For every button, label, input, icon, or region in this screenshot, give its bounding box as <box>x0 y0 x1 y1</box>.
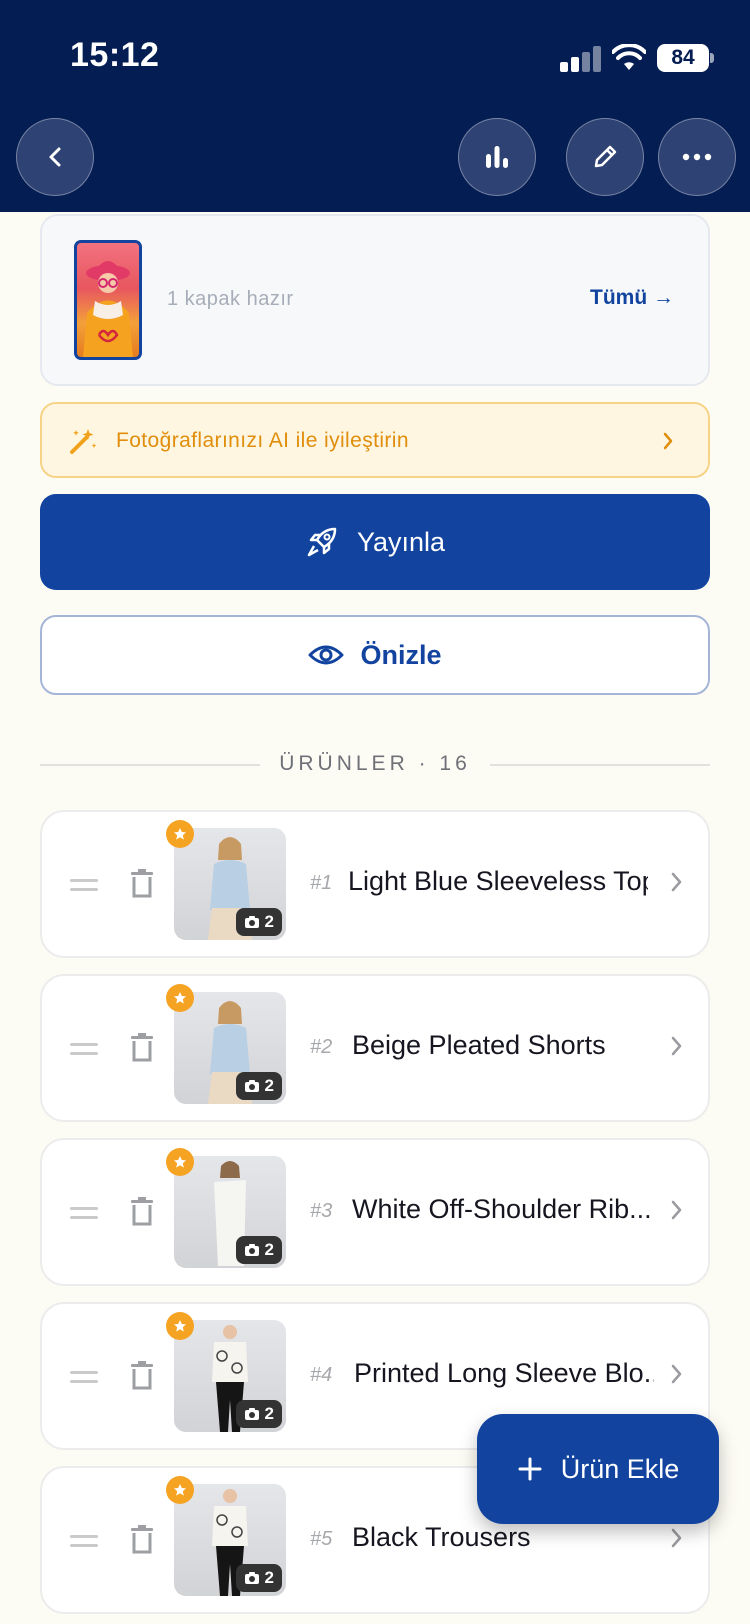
product-row-3[interactable]: 2 #3 White Off-Shoulder Rib... <box>40 1138 710 1286</box>
trash-icon[interactable] <box>130 868 154 898</box>
chevron-right-icon <box>671 1036 682 1056</box>
magic-wand-icon <box>70 429 97 454</box>
drag-handle-icon[interactable] <box>70 1535 98 1553</box>
battery-tip <box>710 53 714 63</box>
add-product-label: Ürün Ekle <box>560 1453 680 1484</box>
photo-count-badge: 2 <box>235 908 282 936</box>
wifi-icon <box>612 44 646 70</box>
pencil-icon <box>594 145 617 168</box>
star-badge-icon <box>166 820 194 848</box>
preview-button[interactable]: Önizle <box>40 615 710 695</box>
photo-count-badge: 2 <box>235 1564 282 1592</box>
product-image: 2 <box>174 1320 286 1432</box>
chevron-right-icon <box>671 1364 682 1384</box>
publish-label: Yayınla <box>356 526 446 557</box>
stats-button[interactable] <box>458 118 536 196</box>
product-image: 2 <box>174 1156 286 1268</box>
chevron-right-icon <box>671 1200 682 1220</box>
ai-enhance-banner[interactable]: Fotoğraflarınızı AI ile iyileştirin <box>40 402 710 478</box>
photo-count-badge: 2 <box>235 1236 282 1264</box>
star-badge-icon <box>166 1148 194 1176</box>
product-name: Black Trousers <box>352 1522 531 1552</box>
chevron-right-icon <box>671 872 682 892</box>
signal-icon <box>560 46 604 72</box>
bar-chart-icon <box>486 146 508 168</box>
drag-handle-icon[interactable] <box>70 879 98 897</box>
trash-icon[interactable] <box>130 1524 154 1554</box>
cover-status-text: 1 kapak hazır <box>167 288 294 310</box>
status-time: 15:12 <box>70 36 160 74</box>
product-number: #1 <box>310 872 333 894</box>
drag-handle-icon[interactable] <box>70 1043 98 1061</box>
product-number: #2 <box>310 1036 333 1058</box>
add-product-button[interactable]: Ürün Ekle <box>477 1414 719 1524</box>
product-name: Light Blue Sleeveless Top <box>348 866 648 896</box>
back-button[interactable] <box>16 118 94 196</box>
view-all-link[interactable]: Tümü → <box>590 286 674 310</box>
drag-handle-icon[interactable] <box>70 1207 98 1225</box>
star-badge-icon <box>166 1312 194 1340</box>
preview-label: Önizle <box>360 639 442 670</box>
products-section-title: ÜRÜNLER · 16 <box>279 752 471 775</box>
camera-icon <box>244 1080 259 1092</box>
camera-icon <box>244 1408 259 1420</box>
photo-count-badge: 2 <box>235 1400 282 1428</box>
chevron-right-icon <box>663 432 673 450</box>
edit-button[interactable] <box>566 118 644 196</box>
trash-icon[interactable] <box>130 1360 154 1390</box>
camera-icon <box>244 1572 259 1584</box>
product-name: White Off-Shoulder Rib... <box>352 1194 652 1224</box>
eye-icon <box>308 645 344 665</box>
publish-button[interactable]: Yayınla <box>40 494 710 590</box>
trash-icon[interactable] <box>130 1196 154 1226</box>
cover-card[interactable]: 1 kapak hazır Tümü → <box>40 214 710 386</box>
trash-icon[interactable] <box>130 1032 154 1062</box>
camera-icon <box>244 1244 259 1256</box>
camera-icon <box>244 916 259 928</box>
product-name: Beige Pleated Shorts <box>352 1030 606 1060</box>
plus-icon <box>518 1457 542 1481</box>
cover-thumbnail <box>74 240 142 360</box>
product-number: #5 <box>310 1528 333 1550</box>
star-badge-icon <box>166 1476 194 1504</box>
product-row-1[interactable]: 2 #1 Light Blue Sleeveless Top <box>40 810 710 958</box>
chevron-left-icon <box>49 147 61 167</box>
photo-count-badge: 2 <box>235 1072 282 1100</box>
product-image: 2 <box>174 828 286 940</box>
chevron-right-icon <box>671 1528 682 1548</box>
product-image: 2 <box>174 1484 286 1596</box>
rocket-icon <box>307 527 337 557</box>
more-button[interactable] <box>658 118 736 196</box>
ai-enhance-text: Fotoğraflarınızı AI ile iyileştirin <box>116 429 409 452</box>
product-name: Printed Long Sleeve Blo... <box>354 1358 654 1388</box>
battery-indicator: 84 <box>657 44 709 72</box>
drag-handle-icon[interactable] <box>70 1371 98 1389</box>
product-number: #3 <box>310 1200 333 1222</box>
product-number: #4 <box>310 1364 333 1386</box>
product-row-2[interactable]: 2 #2 Beige Pleated Shorts <box>40 974 710 1122</box>
more-horizontal-icon <box>682 153 712 161</box>
star-badge-icon <box>166 984 194 1012</box>
product-image: 2 <box>174 992 286 1104</box>
top-header: 15:12 84 <box>0 0 750 212</box>
